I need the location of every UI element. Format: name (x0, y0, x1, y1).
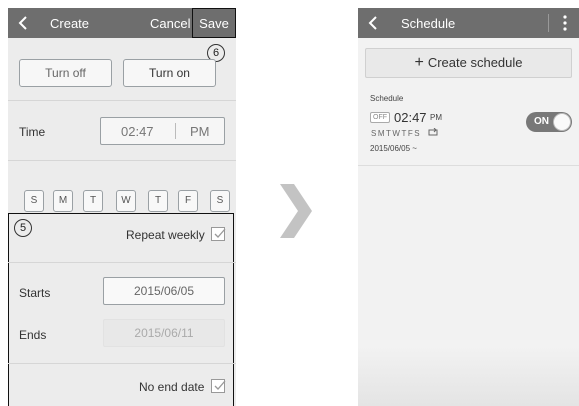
ends-date-field[interactable]: 2015/06/11 (103, 319, 225, 347)
time-label: Time (19, 125, 46, 139)
starts-label: Starts (19, 286, 51, 300)
schedule-toggle[interactable]: ON (526, 112, 572, 132)
check-icon (214, 228, 226, 238)
day-button-sat[interactable]: S (210, 190, 230, 212)
day-button-thu[interactable]: T (148, 190, 168, 212)
divider (358, 165, 579, 166)
day-button-tue[interactable]: T (83, 190, 103, 212)
callout-5: 5 (14, 219, 32, 237)
day-button-fri[interactable]: F (178, 190, 198, 212)
create-screen: Create Cancel Save 6 Turn off Turn on Ti… (8, 8, 236, 406)
plus-icon: + (414, 54, 424, 71)
no-end-date-label: No end date (139, 380, 205, 394)
time-value: 02:47 (121, 124, 154, 139)
time-picker[interactable]: 02:47 PM (100, 117, 225, 145)
no-end-date-checkbox[interactable] (211, 379, 226, 393)
divider (8, 363, 236, 364)
day-button-wed[interactable]: W (116, 190, 136, 212)
day-button-mon[interactable]: M (53, 190, 73, 212)
time-divider (175, 123, 176, 139)
toggle-knob (553, 113, 571, 131)
more-options-icon[interactable] (562, 15, 568, 31)
check-icon (214, 380, 226, 390)
starts-date-field[interactable]: 2015/06/05 (103, 277, 225, 305)
create-topbar: Create Cancel Save (8, 8, 236, 38)
schedule-screen: Schedule + Create schedule Schedule OFF 0… (358, 8, 579, 406)
create-schedule-label: Create schedule (427, 55, 523, 70)
time-ampm[interactable]: PM (190, 124, 210, 139)
turn-off-button[interactable]: Turn off (19, 59, 112, 87)
divider (8, 262, 236, 263)
bottom-fade (358, 346, 579, 406)
schedule-date: 2015/06/05 ~ (370, 144, 417, 153)
repeat-icon (428, 128, 438, 136)
cancel-button[interactable]: Cancel (150, 16, 190, 31)
toggle-label: ON (534, 116, 549, 127)
action-badge: OFF (370, 112, 390, 123)
back-icon[interactable] (366, 14, 382, 32)
schedule-ampm: PM (430, 113, 442, 122)
save-label: Save (199, 16, 229, 31)
schedule-time: 02:47 (394, 110, 427, 125)
create-schedule-button[interactable]: + Create schedule (365, 48, 572, 78)
divider (8, 100, 236, 101)
repeat-weekly-label: Repeat weekly (126, 228, 205, 242)
page-title: Create (50, 16, 90, 31)
schedule-topbar: Schedule (358, 8, 579, 38)
divider (8, 160, 236, 161)
repeat-weekly-checkbox[interactable] (211, 227, 226, 241)
section-label: Schedule (370, 94, 404, 103)
page-title: Schedule (401, 16, 456, 31)
topbar-divider (548, 14, 549, 32)
schedule-days: SMTWTFS (371, 129, 422, 138)
ends-label: Ends (19, 328, 47, 342)
day-button-sun[interactable]: S (24, 190, 44, 212)
save-button[interactable]: Save (192, 8, 236, 38)
turn-on-button[interactable]: Turn on (123, 59, 216, 87)
chevron-right-icon (280, 184, 312, 238)
back-icon[interactable] (16, 14, 32, 32)
